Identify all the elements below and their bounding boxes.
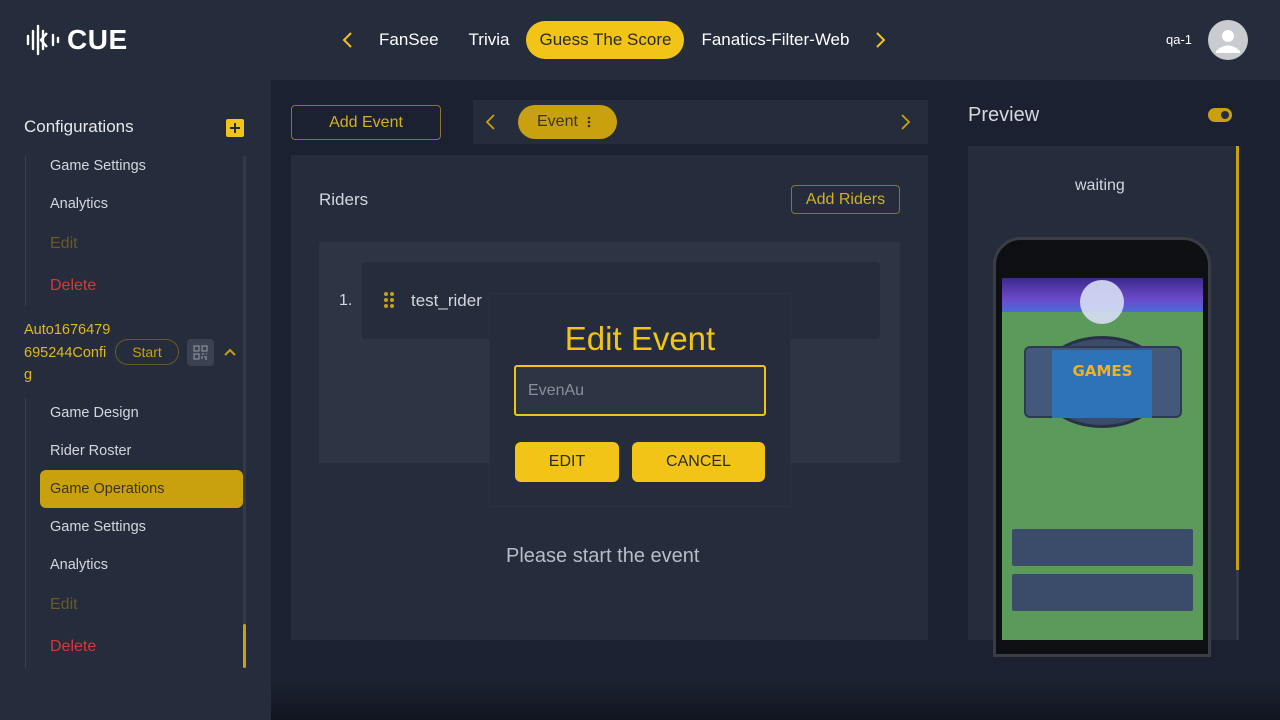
preview-scrollbar-thumb[interactable] [1236,146,1239,570]
tab-fanatics-filter-web[interactable]: Fanatics-Filter-Web [688,21,862,59]
event-chip-label: Event [537,113,578,130]
events-next-button[interactable] [899,112,913,137]
toggle-knob [1221,111,1229,119]
add-riders-button[interactable]: Add Riders [791,185,900,214]
sidebar-item-game-design[interactable]: Game Design [50,405,139,421]
add-configuration-button[interactable] [226,119,244,137]
tabs-prev-button[interactable] [330,21,364,59]
top-bar: CUE FanSee Trivia Guess The Score Fanati… [0,0,1280,80]
events-prev-button[interactable] [483,112,497,137]
collapse-button[interactable] [222,344,238,360]
sidebar-item-rider-roster[interactable]: Rider Roster [50,443,131,459]
add-event-button[interactable]: Add Event [291,105,441,140]
qr-code-icon [193,345,208,360]
avatar[interactable] [1208,20,1248,60]
sidebar-item-delete[interactable]: Delete [50,638,96,656]
sidebar-item-game-settings[interactable]: Game Settings [50,519,146,535]
screen-header-image [1002,278,1203,324]
chevron-right-icon [901,114,911,130]
configuration-name[interactable]: Auto1676479695244Config [24,319,114,387]
sidebar-item-analytics[interactable]: Analytics [50,196,108,212]
chevron-left-icon [485,114,495,130]
tab-trivia[interactable]: Trivia [456,21,523,59]
phone-screen: GAMES [1002,278,1203,640]
drag-handle-icon[interactable] [383,291,395,314]
edit-event-dialog: Edit Event EDIT CANCEL [490,294,790,506]
tree-line [25,398,26,668]
plus-icon [230,123,240,133]
sidebar-scrollbar-thumb[interactable] [243,624,246,668]
moon-image [1080,280,1124,324]
cue-logo[interactable]: CUE [25,22,128,58]
games-logo-text: GAMES [1072,362,1133,380]
user-name: qa-1 [1166,32,1193,47]
app-tabs: FanSee Trivia Guess The Score Fanatics-F… [330,21,898,59]
sidebar-item-delete[interactable]: Delete [50,277,96,295]
preview-status: waiting [1075,177,1125,194]
rider-name: test_rider [411,291,482,310]
start-button[interactable]: Start [115,339,179,365]
status-message: Please start the event [506,545,700,567]
preview-title: Preview [968,104,1040,126]
sidebar-item-edit[interactable]: Edit [50,235,78,253]
tab-fansee[interactable]: FanSee [366,21,452,59]
sidebar-title: Configurations [24,117,134,136]
bottom-shade [271,680,1280,720]
sidebar-item-game-settings[interactable]: Game Settings [50,158,146,174]
screen-placeholder-bar [1012,529,1193,566]
tab-guess-the-score[interactable]: Guess The Score [526,21,685,59]
chevron-up-icon [224,348,236,356]
sidebar-item-game-operations[interactable]: Game Operations [40,470,243,508]
sidebar-item-analytics[interactable]: Analytics [50,557,108,573]
sidebar-scrollbar[interactable] [243,156,246,668]
sidebar-item-edit[interactable]: Edit [50,596,78,614]
more-vertical-icon[interactable] [586,115,592,129]
riders-heading: Riders [319,190,369,209]
user-icon [1216,30,1240,53]
event-tabs-bar: Event [473,100,928,144]
chevron-left-icon [342,32,352,48]
dialog-title: Edit Event [564,320,716,357]
qr-code-button[interactable] [187,339,214,366]
preview-toggle[interactable] [1208,108,1232,122]
tabs-next-button[interactable] [864,21,898,59]
rider-index: 1. [339,292,353,309]
tree-line [25,156,26,306]
event-chip[interactable]: Event [518,105,617,139]
cancel-button[interactable]: CANCEL [632,442,765,482]
sidebar [0,80,271,720]
screen-placeholder-bar [1012,574,1193,611]
edit-button[interactable]: EDIT [515,442,619,482]
event-name-input[interactable] [514,365,766,416]
game-sign-panel [1052,350,1152,418]
sound-wave-icon [26,24,60,56]
logo-text: CUE [67,24,128,55]
chevron-right-icon [876,32,886,48]
